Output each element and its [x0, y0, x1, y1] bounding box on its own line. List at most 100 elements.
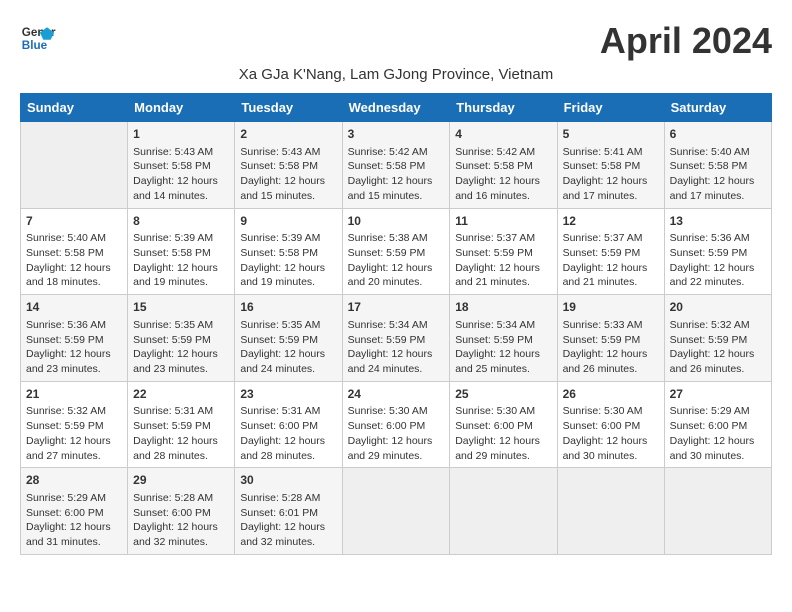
day-number: 10 — [348, 213, 445, 230]
day-info: Sunrise: 5:35 AM Sunset: 5:59 PM Dayligh… — [133, 318, 229, 377]
col-header-sunday: Sunday — [21, 94, 128, 122]
calendar-cell — [21, 122, 128, 209]
col-header-friday: Friday — [557, 94, 664, 122]
calendar-cell: 23Sunrise: 5:31 AM Sunset: 6:00 PM Dayli… — [235, 381, 342, 468]
day-info: Sunrise: 5:42 AM Sunset: 5:58 PM Dayligh… — [348, 145, 445, 204]
calendar-cell: 14Sunrise: 5:36 AM Sunset: 5:59 PM Dayli… — [21, 295, 128, 382]
logo: General Blue — [20, 20, 56, 56]
day-number: 3 — [348, 126, 445, 143]
day-info: Sunrise: 5:41 AM Sunset: 5:58 PM Dayligh… — [563, 145, 659, 204]
calendar-cell: 8Sunrise: 5:39 AM Sunset: 5:58 PM Daylig… — [128, 208, 235, 295]
day-number: 2 — [240, 126, 336, 143]
day-number: 25 — [455, 386, 551, 403]
calendar-cell: 15 Sunrise: 5:35 AM Sunset: 5:59 PM Dayli… — [128, 295, 235, 382]
calendar-cell: 30 Sunrise: 5:28 AM Sunset: 6:01 PM Dayli… — [235, 468, 342, 555]
day-number: 21 — [26, 386, 122, 403]
day-number: 23 — [240, 386, 336, 403]
day-info: Sunrise: 5:30 AM Sunset: 6:00 PM Dayligh… — [563, 404, 659, 463]
day-info: Sunrise: 5:28 AM Sunset: 6:01 PM Dayligh… — [240, 491, 336, 550]
day-number: 28 — [26, 472, 122, 489]
calendar-cell: 4 Sunrise: 5:42 AM Sunset: 5:58 PM Daylig… — [450, 122, 557, 209]
day-info: Sunrise: 5:32 AM Sunset: 5:59 PM Dayligh… — [670, 318, 766, 377]
calendar-cell: 29Sunrise: 5:28 AM Sunset: 6:00 PM Dayli… — [128, 468, 235, 555]
day-info: Sunrise: 5:30 AM Sunset: 6:00 PM Dayligh… — [348, 404, 445, 463]
calendar-cell: 3 Sunrise: 5:42 AM Sunset: 5:58 PM Daylig… — [342, 122, 450, 209]
calendar-cell: 13Sunrise: 5:36 AM Sunset: 5:59 PM Dayli… — [664, 208, 771, 295]
calendar-cell: 21Sunrise: 5:32 AM Sunset: 5:59 PM Dayli… — [21, 381, 128, 468]
day-number: 18 — [455, 299, 551, 316]
day-info: Sunrise: 5:29 AM Sunset: 6:00 PM Dayligh… — [670, 404, 766, 463]
calendar-cell — [664, 468, 771, 555]
col-header-tuesday: Tuesday — [235, 94, 342, 122]
day-number: 12 — [563, 213, 659, 230]
calendar-table: SundayMondayTuesdayWednesdayThursdayFrid… — [20, 93, 772, 555]
calendar-cell: 5 Sunrise: 5:41 AM Sunset: 5:58 PM Daylig… — [557, 122, 664, 209]
calendar-cell — [342, 468, 450, 555]
day-info: Sunrise: 5:31 AM Sunset: 5:59 PM Dayligh… — [133, 404, 229, 463]
day-info: Sunrise: 5:32 AM Sunset: 5:59 PM Dayligh… — [26, 404, 122, 463]
col-header-monday: Monday — [128, 94, 235, 122]
calendar-cell: 25Sunrise: 5:30 AM Sunset: 6:00 PM Dayli… — [450, 381, 557, 468]
day-number: 24 — [348, 386, 445, 403]
day-info: Sunrise: 5:40 AM Sunset: 5:58 PM Dayligh… — [670, 145, 766, 204]
day-number: 8 — [133, 213, 229, 230]
subtitle: Xa GJa K'Nang, Lam GJong Province, Vietn… — [20, 66, 772, 83]
col-header-saturday: Saturday — [664, 94, 771, 122]
day-number: 26 — [563, 386, 659, 403]
calendar-cell: 20 Sunrise: 5:32 AM Sunset: 5:59 PM Dayli… — [664, 295, 771, 382]
day-number: 20 — [670, 299, 766, 316]
day-number: 30 — [240, 472, 336, 489]
calendar-cell: 10Sunrise: 5:38 AM Sunset: 5:59 PM Dayli… — [342, 208, 450, 295]
day-info: Sunrise: 5:36 AM Sunset: 5:59 PM Dayligh… — [670, 231, 766, 290]
day-number: 15 — [133, 299, 229, 316]
calendar-cell: 19 Sunrise: 5:33 AM Sunset: 5:59 PM Dayli… — [557, 295, 664, 382]
calendar-cell: 27Sunrise: 5:29 AM Sunset: 6:00 PM Dayli… — [664, 381, 771, 468]
calendar-cell: 22Sunrise: 5:31 AM Sunset: 5:59 PM Dayli… — [128, 381, 235, 468]
calendar-cell: 7Sunrise: 5:40 AM Sunset: 5:58 PM Daylig… — [21, 208, 128, 295]
calendar-cell: 11Sunrise: 5:37 AM Sunset: 5:59 PM Dayli… — [450, 208, 557, 295]
day-number: 5 — [563, 126, 659, 143]
calendar-cell: 26Sunrise: 5:30 AM Sunset: 6:00 PM Dayli… — [557, 381, 664, 468]
day-number: 1 — [133, 126, 229, 143]
calendar-cell: 9Sunrise: 5:39 AM Sunset: 5:58 PM Daylig… — [235, 208, 342, 295]
calendar-cell: 2 Sunrise: 5:43 AM Sunset: 5:58 PM Daylig… — [235, 122, 342, 209]
day-number: 13 — [670, 213, 766, 230]
day-info: Sunrise: 5:43 AM Sunset: 5:58 PM Dayligh… — [133, 145, 229, 204]
calendar-cell — [557, 468, 664, 555]
day-info: Sunrise: 5:37 AM Sunset: 5:59 PM Dayligh… — [563, 231, 659, 290]
day-info: Sunrise: 5:38 AM Sunset: 5:59 PM Dayligh… — [348, 231, 445, 290]
day-info: Sunrise: 5:35 AM Sunset: 5:59 PM Dayligh… — [240, 318, 336, 377]
svg-text:Blue: Blue — [22, 39, 48, 52]
day-number: 14 — [26, 299, 122, 316]
calendar-title: April 2024 — [600, 20, 772, 62]
day-number: 17 — [348, 299, 445, 316]
day-number: 22 — [133, 386, 229, 403]
day-number: 7 — [26, 213, 122, 230]
day-number: 16 — [240, 299, 336, 316]
day-number: 6 — [670, 126, 766, 143]
day-info: Sunrise: 5:30 AM Sunset: 6:00 PM Dayligh… — [455, 404, 551, 463]
calendar-cell: 24Sunrise: 5:30 AM Sunset: 6:00 PM Dayli… — [342, 381, 450, 468]
day-number: 27 — [670, 386, 766, 403]
day-number: 9 — [240, 213, 336, 230]
calendar-cell: 18 Sunrise: 5:34 AM Sunset: 5:59 PM Dayli… — [450, 295, 557, 382]
col-header-thursday: Thursday — [450, 94, 557, 122]
day-info: Sunrise: 5:33 AM Sunset: 5:59 PM Dayligh… — [563, 318, 659, 377]
day-info: Sunrise: 5:39 AM Sunset: 5:58 PM Dayligh… — [133, 231, 229, 290]
calendar-cell: 28 Sunrise: 5:29 AM Sunset: 6:00 PM Dayli… — [21, 468, 128, 555]
day-number: 19 — [563, 299, 659, 316]
calendar-cell: 6 Sunrise: 5:40 AM Sunset: 5:58 PM Daylig… — [664, 122, 771, 209]
day-info: Sunrise: 5:34 AM Sunset: 5:59 PM Dayligh… — [455, 318, 551, 377]
day-info: Sunrise: 5:31 AM Sunset: 6:00 PM Dayligh… — [240, 404, 336, 463]
calendar-cell: 1 Sunrise: 5:43 AM Sunset: 5:58 PM Daylig… — [128, 122, 235, 209]
calendar-cell: 12Sunrise: 5:37 AM Sunset: 5:59 PM Dayli… — [557, 208, 664, 295]
day-info: Sunrise: 5:29 AM Sunset: 6:00 PM Dayligh… — [26, 491, 122, 550]
day-number: 4 — [455, 126, 551, 143]
day-info: Sunrise: 5:34 AM Sunset: 5:59 PM Dayligh… — [348, 318, 445, 377]
day-info: Sunrise: 5:42 AM Sunset: 5:58 PM Dayligh… — [455, 145, 551, 204]
day-number: 11 — [455, 213, 551, 230]
day-number: 29 — [133, 472, 229, 489]
day-info: Sunrise: 5:43 AM Sunset: 5:58 PM Dayligh… — [240, 145, 336, 204]
day-info: Sunrise: 5:40 AM Sunset: 5:58 PM Dayligh… — [26, 231, 122, 290]
calendar-cell: 16 Sunrise: 5:35 AM Sunset: 5:59 PM Dayli… — [235, 295, 342, 382]
